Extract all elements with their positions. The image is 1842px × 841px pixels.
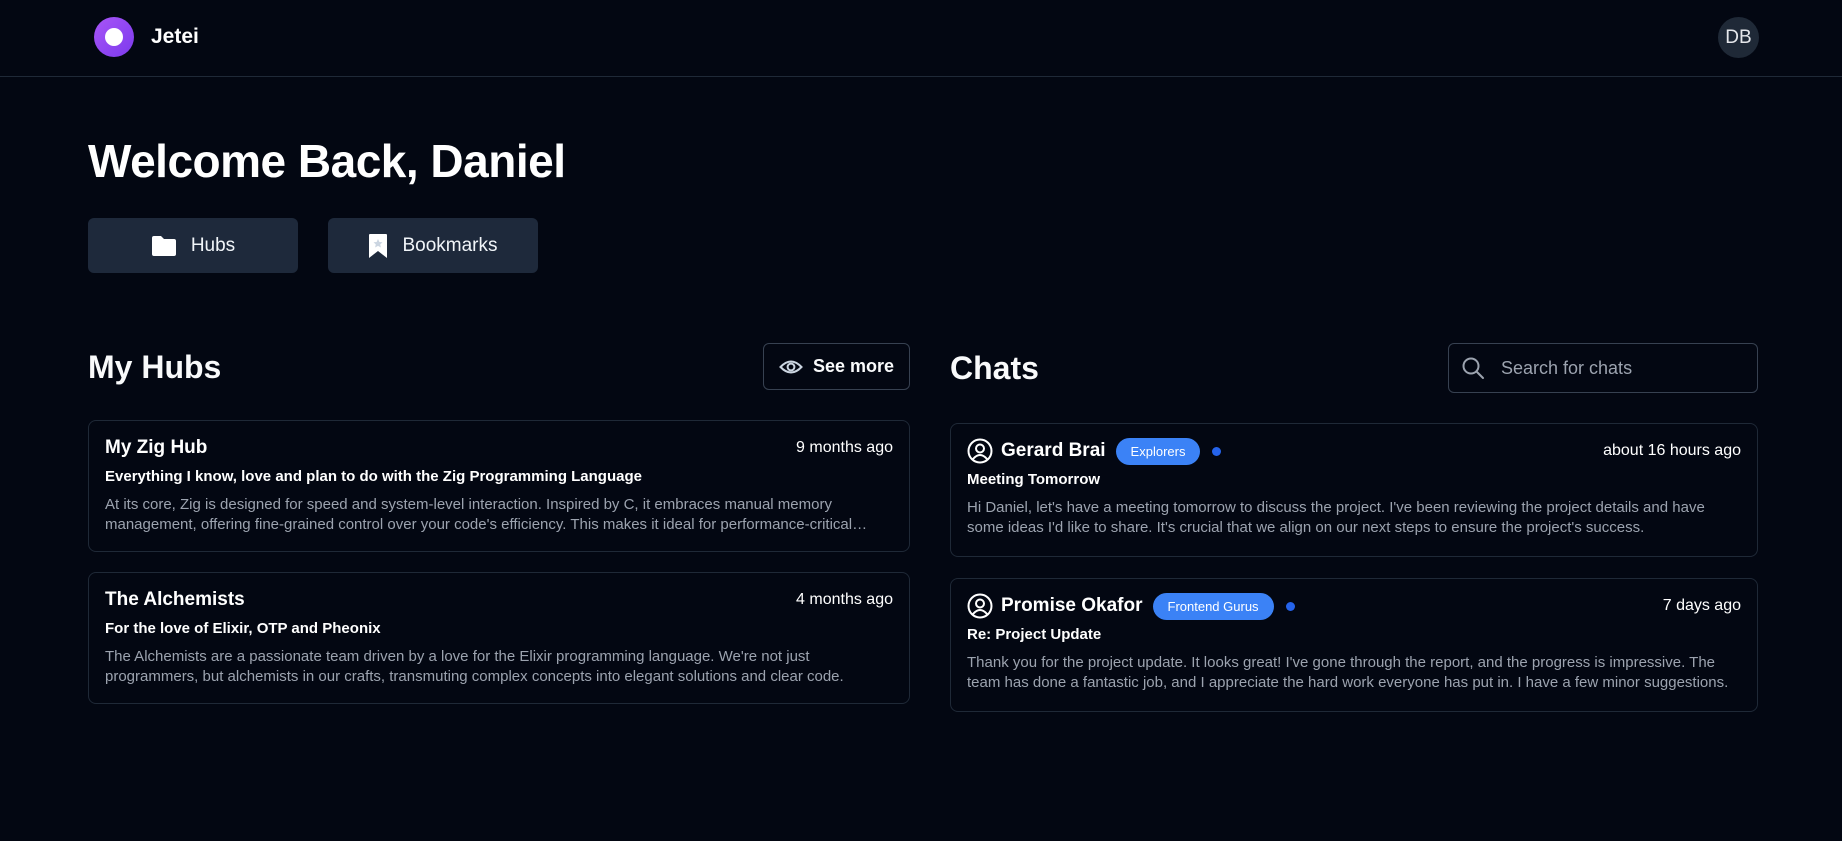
user-icon xyxy=(967,593,993,619)
search-icon xyxy=(1462,357,1484,379)
chat-subject: Meeting Tomorrow xyxy=(967,471,1101,488)
hubs-button[interactable]: Hubs xyxy=(88,218,298,273)
logo-icon xyxy=(94,17,134,57)
chat-card[interactable]: Gerard Brai Explorers about 16 hours ago… xyxy=(950,423,1758,557)
brand-link[interactable]: Jetei xyxy=(94,17,199,57)
chat-time: about 16 hours ago xyxy=(1603,442,1741,459)
unread-dot xyxy=(1285,601,1295,611)
hub-card[interactable]: My Zig Hub 9 months ago Everything I kno… xyxy=(88,420,910,552)
chat-sender: Gerard Brai xyxy=(1001,440,1106,461)
hub-card[interactable]: The Alchemists 4 months ago For the love… xyxy=(88,572,910,704)
chat-search-input[interactable] xyxy=(1501,357,1741,379)
chat-time: 7 days ago xyxy=(1662,597,1741,614)
bookmarks-button-label: Bookmarks xyxy=(402,234,498,256)
bookmarks-button[interactable]: Bookmarks xyxy=(328,218,538,273)
chat-subject: Re: Project Update xyxy=(967,626,1102,643)
eye-icon xyxy=(779,360,803,373)
hub-subtitle: Everything I know, love and plan to do w… xyxy=(105,468,642,485)
chats-title: Chats xyxy=(950,350,1039,386)
hub-time: 4 months ago xyxy=(796,591,893,608)
chat-preview: Thank you for the project update. It loo… xyxy=(967,654,1729,691)
folder-icon xyxy=(151,235,176,256)
hub-time: 9 months ago xyxy=(796,439,893,456)
hub-title: The Alchemists xyxy=(105,589,245,610)
hub-subtitle: For the love of Elixir, OTP and Pheonix xyxy=(105,620,381,637)
hub-description: At its core, Zig is designed for speed a… xyxy=(105,496,853,533)
my-hubs-title: My Hubs xyxy=(88,349,222,385)
page-title: Welcome Back, Daniel xyxy=(88,135,566,187)
see-more-button[interactable]: See more xyxy=(763,343,910,390)
hub-description: The Alchemists are a passionate team dri… xyxy=(105,648,844,685)
top-bar: Jetei DB xyxy=(0,0,1842,77)
see-more-label: See more xyxy=(812,356,895,376)
hub-title: My Zig Hub xyxy=(105,437,208,458)
user-avatar[interactable]: DB xyxy=(1718,17,1759,58)
hub-tag[interactable]: Frontend Gurus xyxy=(1152,592,1274,620)
chat-search[interactable] xyxy=(1448,343,1758,393)
bookmark-icon xyxy=(369,233,388,258)
chat-preview: Hi Daniel, let's have a meeting tomorrow… xyxy=(967,499,1705,536)
chat-sender: Promise Okafor xyxy=(1001,595,1143,616)
chat-card[interactable]: Promise Okafor Frontend Gurus 7 days ago… xyxy=(950,578,1758,712)
brand-name: Jetei xyxy=(151,25,199,48)
unread-dot xyxy=(1212,446,1222,456)
hub-tag[interactable]: Explorers xyxy=(1115,437,1201,465)
user-icon xyxy=(967,438,993,464)
hubs-button-label: Hubs xyxy=(190,234,236,256)
